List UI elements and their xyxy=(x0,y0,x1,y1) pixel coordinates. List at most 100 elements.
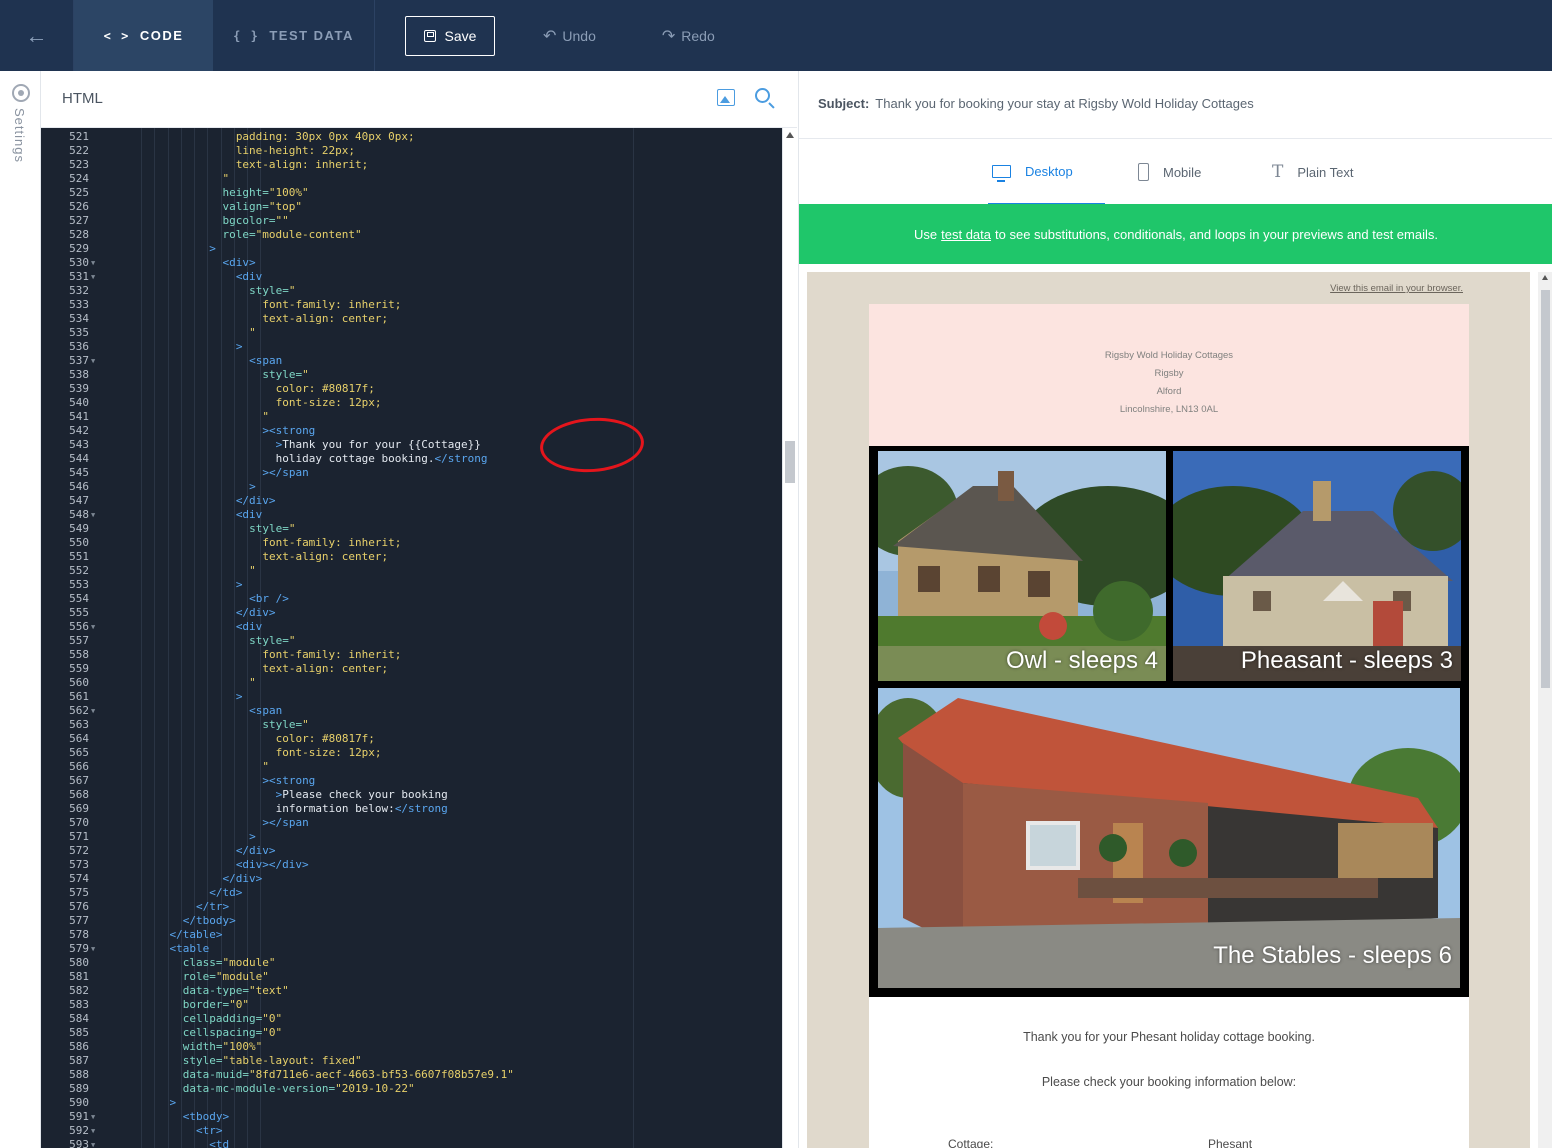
code-line[interactable]: 521 padding: 30px 0px 40px 0px; xyxy=(41,130,782,144)
scroll-up-arrow-icon[interactable] xyxy=(1542,275,1548,280)
tab-code[interactable]: < > CODE xyxy=(74,0,213,71)
code-line[interactable]: 553 > xyxy=(41,578,782,592)
redo-button[interactable]: ↷ Redo xyxy=(662,26,715,46)
code-line[interactable]: 546 > xyxy=(41,480,782,494)
code-line[interactable]: 564 color: #80817f; xyxy=(41,732,782,746)
fold-arrow-icon[interactable]: ▼ xyxy=(91,1110,95,1124)
code-line[interactable]: 547 </div> xyxy=(41,494,782,508)
code-line[interactable]: 565 font-size: 12px; xyxy=(41,746,782,760)
view-in-browser-link[interactable]: View this email in your browser. xyxy=(1330,283,1463,294)
preview-scrollbar[interactable] xyxy=(1538,272,1552,1148)
save-button[interactable]: Save xyxy=(405,15,495,56)
code-line[interactable]: 567 ><strong xyxy=(41,774,782,788)
code-line[interactable]: 533 font-family: inherit; xyxy=(41,298,782,312)
code-line[interactable]: 541 " xyxy=(41,410,782,424)
fold-arrow-icon[interactable]: ▼ xyxy=(91,942,95,956)
code-line[interactable]: 532 style=" xyxy=(41,284,782,298)
fold-arrow-icon[interactable]: ▼ xyxy=(91,270,95,284)
code-line[interactable]: 531 ▼ <div xyxy=(41,270,782,284)
code-line[interactable]: 525 height="100%" xyxy=(41,186,782,200)
code-line[interactable]: 587 style="table-layout: fixed" xyxy=(41,1054,782,1068)
code-line[interactable]: 586 width="100%" xyxy=(41,1040,782,1054)
editor-scrollbar-thumb[interactable] xyxy=(785,441,795,483)
fold-arrow-icon[interactable]: ▼ xyxy=(91,1138,95,1148)
code-line[interactable]: 523 text-align: inherit; xyxy=(41,158,782,172)
code-line[interactable]: 592 ▼ <tr> xyxy=(41,1124,782,1138)
code-line[interactable]: 576 </tr> xyxy=(41,900,782,914)
code-line[interactable]: 529 > xyxy=(41,242,782,256)
tab-mobile[interactable]: Mobile xyxy=(1138,139,1201,205)
code-line[interactable]: 542 ><strong xyxy=(41,424,782,438)
back-button[interactable]: ← xyxy=(0,0,74,71)
code-line[interactable]: 588 data-muid="8fd711e6-aecf-4663-bf53-66… xyxy=(41,1068,782,1082)
code-line[interactable]: 585 cellspacing="0" xyxy=(41,1026,782,1040)
code-line[interactable]: 572 </div> xyxy=(41,844,782,858)
code-line[interactable]: 561 > xyxy=(41,690,782,704)
code-line[interactable]: 537 ▼ <span xyxy=(41,354,782,368)
fold-arrow-icon[interactable]: ▼ xyxy=(91,620,95,634)
code-line[interactable]: 559 text-align: center; xyxy=(41,662,782,676)
image-library-icon[interactable] xyxy=(717,89,735,106)
undo-button[interactable]: ↶ Undo xyxy=(543,26,596,46)
code-line[interactable]: 570 ></span xyxy=(41,816,782,830)
code-line[interactable]: 571 > xyxy=(41,830,782,844)
fold-arrow-icon[interactable]: ▼ xyxy=(91,704,95,718)
code-line[interactable]: 560 " xyxy=(41,676,782,690)
fold-arrow-icon[interactable]: ▼ xyxy=(91,256,95,270)
code-line[interactable]: 530 ▼ <div> xyxy=(41,256,782,270)
code-line[interactable]: 544 holiday cottage booking.</strong xyxy=(41,452,782,466)
scroll-up-arrow-icon[interactable] xyxy=(786,132,794,138)
code-line[interactable]: 550 font-family: inherit; xyxy=(41,536,782,550)
tab-plain-text[interactable]: T Plain Text xyxy=(1272,139,1353,205)
test-data-link[interactable]: test data xyxy=(941,227,991,242)
code-line[interactable]: 539 color: #80817f; xyxy=(41,382,782,396)
code-line[interactable]: 543 >Thank you for your {{Cottage}} xyxy=(41,438,782,452)
code-line[interactable]: 577 </tbody> xyxy=(41,914,782,928)
tab-desktop[interactable]: Desktop xyxy=(988,139,1105,205)
code-line[interactable]: 582 data-type="text" xyxy=(41,984,782,998)
search-icon[interactable] xyxy=(755,88,770,103)
fold-arrow-icon[interactable]: ▼ xyxy=(91,508,95,522)
tab-test-data[interactable]: { } TEST DATA xyxy=(213,0,375,71)
code-line[interactable]: 557 style=" xyxy=(41,634,782,648)
code-line[interactable]: 574 </div> xyxy=(41,872,782,886)
code-line[interactable]: 580 class="module" xyxy=(41,956,782,970)
code-line[interactable]: 522 line-height: 22px; xyxy=(41,144,782,158)
code-line[interactable]: 540 font-size: 12px; xyxy=(41,396,782,410)
code-line[interactable]: 555 </div> xyxy=(41,606,782,620)
code-line[interactable]: 583 border="0" xyxy=(41,998,782,1012)
code-line[interactable]: 566 " xyxy=(41,760,782,774)
code-line[interactable]: 593 ▼ <td xyxy=(41,1138,782,1148)
code-line[interactable]: 562 ▼ <span xyxy=(41,704,782,718)
code-line[interactable]: 578 </table> xyxy=(41,928,782,942)
editor-scrollbar[interactable] xyxy=(782,128,797,1148)
code-line[interactable]: 575 </td> xyxy=(41,886,782,900)
code-line[interactable]: 590 > xyxy=(41,1096,782,1110)
code-line[interactable]: 535 " xyxy=(41,326,782,340)
code-line[interactable]: 573 <div></div> xyxy=(41,858,782,872)
code-editor[interactable]: 521 padding: 30px 0px 40px 0px; 522 line-he… xyxy=(41,128,782,1148)
code-line[interactable]: 556 ▼ <div xyxy=(41,620,782,634)
code-line[interactable]: 527 bgcolor="" xyxy=(41,214,782,228)
fold-arrow-icon[interactable]: ▼ xyxy=(91,1124,95,1138)
code-line[interactable]: 569 information below:</strong xyxy=(41,802,782,816)
code-line[interactable]: 568 >Please check your booking xyxy=(41,788,782,802)
settings-rail[interactable]: Settings xyxy=(0,71,41,1148)
code-line[interactable]: 563 style=" xyxy=(41,718,782,732)
code-line[interactable]: 528 role="module-content" xyxy=(41,228,782,242)
code-line[interactable]: 545 ></span xyxy=(41,466,782,480)
code-line[interactable]: 589 data-mc-module-version="2019-10-22" xyxy=(41,1082,782,1096)
code-line[interactable]: 579 ▼ <table xyxy=(41,942,782,956)
code-line[interactable]: 549 style=" xyxy=(41,522,782,536)
code-line[interactable]: 554 <br /> xyxy=(41,592,782,606)
fold-arrow-icon[interactable]: ▼ xyxy=(91,354,95,368)
code-line[interactable]: 526 valign="top" xyxy=(41,200,782,214)
code-line[interactable]: 581 role="module" xyxy=(41,970,782,984)
code-line[interactable]: 584 cellpadding="0" xyxy=(41,1012,782,1026)
code-line[interactable]: 558 font-family: inherit; xyxy=(41,648,782,662)
code-line[interactable]: 524 " xyxy=(41,172,782,186)
preview-scrollbar-thumb[interactable] xyxy=(1541,290,1550,688)
code-line[interactable]: 552 " xyxy=(41,564,782,578)
code-line[interactable]: 534 text-align: center; xyxy=(41,312,782,326)
code-line[interactable]: 551 text-align: center; xyxy=(41,550,782,564)
